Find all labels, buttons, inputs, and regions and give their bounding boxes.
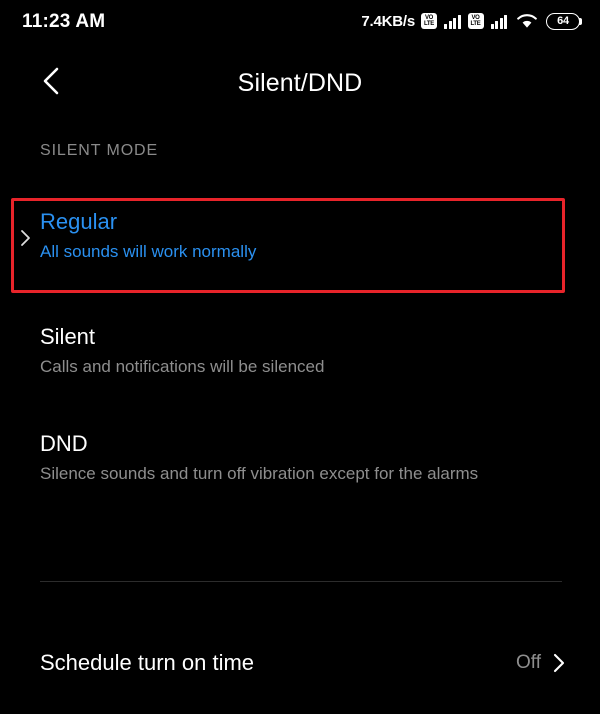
- option-dnd-title: DND: [40, 431, 88, 456]
- option-dnd-description: Silence sounds and turn off vibration ex…: [40, 464, 479, 483]
- signal-bars-sim2-icon: [490, 14, 507, 29]
- chevron-right-icon: [553, 653, 565, 673]
- volte-sim2-icon: VO LTE: [467, 13, 484, 29]
- schedule-value: Off: [516, 652, 541, 673]
- section-divider: [40, 581, 562, 582]
- schedule-value-group: Off: [516, 652, 566, 674]
- wifi-icon: [517, 13, 537, 29]
- schedule-label: Schedule turn on time: [40, 650, 255, 675]
- battery-level-text: 64: [557, 14, 569, 27]
- option-dnd[interactable]: DND Silence sounds and turn off vibratio…: [0, 430, 600, 486]
- phone-screen: 11:23 AM 7.4KB/s VO LTE VO LTE 64 Silent…: [0, 0, 600, 714]
- section-header-silent-mode: SILENT MODE: [40, 142, 159, 159]
- schedule-turn-on-time-row[interactable]: Schedule turn on time Off: [0, 640, 600, 686]
- option-regular-description: All sounds will work normally: [40, 242, 257, 261]
- status-time: 11:23 AM: [22, 10, 106, 32]
- status-icons: 7.4KB/s VO LTE VO LTE 64: [361, 12, 582, 30]
- option-silent-title: Silent: [40, 324, 96, 349]
- signal-bars-sim1-icon: [444, 14, 461, 29]
- option-regular-title: Regular: [40, 209, 118, 234]
- status-bar: 11:23 AM 7.4KB/s VO LTE VO LTE 64: [0, 0, 600, 42]
- page-title: Silent/DND: [237, 68, 363, 97]
- volte-sim1-icon: VO LTE: [421, 13, 437, 29]
- volte-sim1-bottom-label: LTE: [424, 21, 434, 27]
- battery-icon: 64: [546, 12, 582, 30]
- option-regular[interactable]: Regular All sounds will work normally: [0, 208, 600, 264]
- network-speed-text: 7.4KB/s: [361, 12, 415, 30]
- option-silent-description: Calls and notifications will be silenced: [40, 357, 325, 376]
- volte-sim2-bottom-label: LTE: [470, 21, 481, 27]
- app-bar: Silent/DND: [0, 52, 600, 114]
- option-silent[interactable]: Silent Calls and notifications will be s…: [0, 323, 600, 379]
